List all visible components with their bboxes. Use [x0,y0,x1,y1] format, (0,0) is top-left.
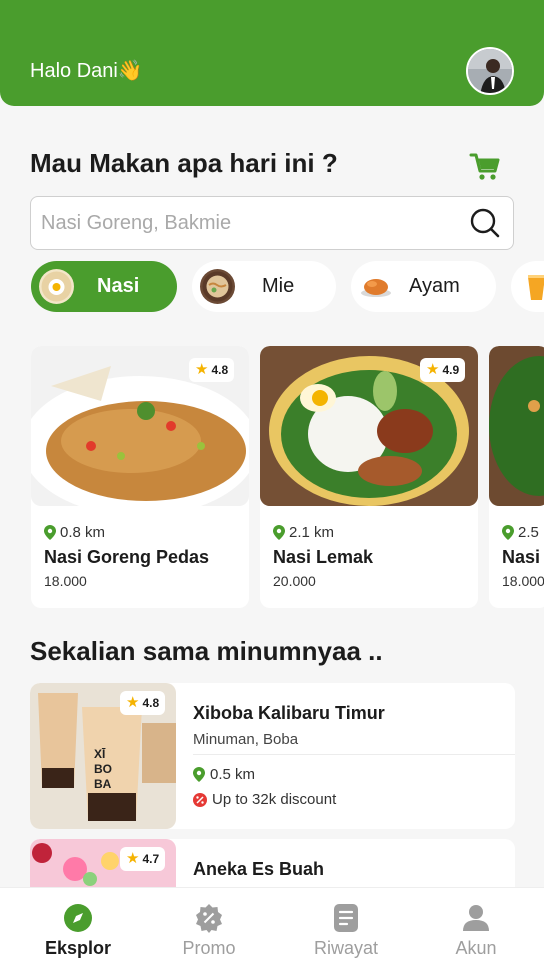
category-chip-drink[interactable] [511,261,544,312]
distance: 0.5 km [193,766,255,783]
promo-icon [196,904,222,933]
food-photo: ★ 4.9 [260,346,478,506]
history-icon [334,904,358,932]
divider [193,754,515,755]
compass-icon [64,904,92,932]
distance-text: 0.8 km [60,524,106,541]
food-photo: ★ 4.8 [31,346,249,506]
rating-badge: ★ 4.8 [189,358,235,382]
rating-value: 4.8 [211,363,229,377]
drink-card[interactable]: XĪ BO BA ★ 4.8 Xiboba Kalibaru Timur Min… [30,683,515,829]
app-header: Halo Dani👋 [0,0,544,106]
food-price: 18.000 [502,573,544,589]
drink-name: Xiboba Kalibaru Timur [193,703,385,723]
distance-text: 2.1 km [289,524,335,541]
food-card[interactable]: ★ 4.9 2.1 km Nasi Lemak 20.000 [260,346,478,608]
food-card[interactable]: 2.5 Nasi 18.000 [489,346,544,608]
distance: 2.5 [502,524,539,541]
food-price: 20.000 [273,573,316,589]
rating-badge: ★ 4.7 [120,847,166,871]
discount-icon [193,792,207,807]
mie-icon [200,269,235,304]
category-chip-ayam[interactable]: Ayam [351,261,496,312]
category-label: Ayam [409,275,460,297]
drink-icon [519,269,544,304]
section-title: Sekalian sama minumnyaa .. [30,636,383,666]
star-icon: ★ [426,361,440,378]
svg-text:BA: BA [94,777,112,791]
food-name: Nasi [502,547,541,567]
search-input[interactable] [41,205,461,241]
drink-photo: XĪ BO BA ★ 4.8 [30,683,176,829]
nav-label: Promo [182,938,236,958]
ayam-icon [359,269,394,304]
rating-badge: ★ 4.9 [420,358,466,382]
nav-label: Riwayat [313,938,379,958]
bottom-nav: Eksplor Promo Riwayat Akun [0,887,544,960]
search-icon[interactable] [469,207,501,239]
food-name: Nasi Lemak [273,547,374,567]
drink-category: Minuman, Boba [193,731,299,748]
location-pin-icon [44,525,56,540]
star-icon: ★ [126,694,140,711]
rating-value: 4.7 [142,852,160,866]
rating-badge: ★ 4.8 [120,691,166,715]
search-bar [30,196,514,250]
avatar[interactable] [466,47,514,95]
nav-promo[interactable]: Promo [154,888,264,960]
rating-value: 4.8 [142,696,160,710]
distance: 0.8 km [44,524,105,541]
nav-label: Eksplor [44,938,112,958]
svg-text:XĪ: XĪ [94,747,106,761]
category-label: Nasi [97,275,140,297]
rating-value: 4.9 [442,363,460,377]
nasi-icon [39,269,74,304]
nav-eksplor[interactable]: Eksplor [23,888,133,960]
user-icon [463,905,489,931]
food-name: Nasi Goreng Pedas [44,547,210,567]
category-chip-mie[interactable]: Mie [192,261,336,312]
location-pin-icon [273,525,285,540]
food-card[interactable]: ★ 4.8 0.8 km Nasi Goreng Pedas 18.000 [31,346,249,608]
nav-riwayat[interactable]: Riwayat [291,888,401,960]
svg-text:BO: BO [94,762,112,776]
discount-text: Up to 32k discount [212,791,337,808]
distance: 2.1 km [273,524,334,541]
cart-icon[interactable] [469,152,501,182]
category-chip-nasi[interactable]: Nasi [31,261,177,312]
star-icon: ★ [126,850,140,867]
distance-text: 0.5 km [210,766,256,783]
avatar-image [468,49,512,93]
location-pin-icon [502,525,514,540]
drink-name: Aneka Es Buah [193,859,325,879]
category-label: Mie [262,275,295,297]
distance-text: 2.5 [518,524,539,541]
nav-label: Akun [455,938,497,958]
star-icon: ★ [195,361,209,378]
food-photo [489,346,544,506]
discount: Up to 32k discount [193,791,336,808]
nav-akun[interactable]: Akun [421,888,531,960]
food-price: 18.000 [44,573,87,589]
page-title: Mau Makan apa hari ini ? [30,148,338,178]
greeting-text: Halo Dani👋 [30,60,143,82]
location-pin-icon [193,767,205,782]
